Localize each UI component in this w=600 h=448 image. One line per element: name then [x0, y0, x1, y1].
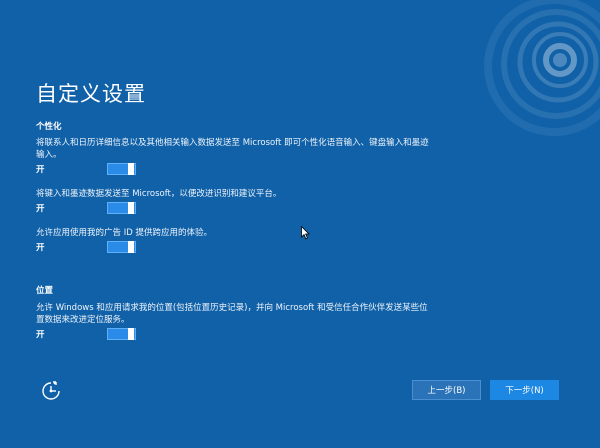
toggle-advertising-id[interactable] [107, 241, 136, 253]
setting-row-typing-data: 开 [36, 202, 146, 216]
next-button[interactable]: 下一步(N) [490, 380, 559, 400]
ease-of-access-icon[interactable] [40, 380, 62, 402]
toggle-knob [128, 328, 134, 340]
setting-row-location: 开 [36, 328, 146, 342]
setting-description-location: 允许 Windows 和应用请求我的位置(包括位置历史记录)，并向 Micros… [36, 303, 428, 325]
toggle-state-label: 开 [36, 165, 45, 175]
setting-row-speech-typing: 开 [36, 163, 146, 177]
setup-screen: 自定义设置 个性化 将联系人和日历详细信息以及其他相关输入数据发送至 Micro… [0, 0, 600, 448]
toggle-knob [128, 163, 134, 175]
page-title: 自定义设置 [36, 82, 146, 106]
toggle-state-label: 开 [36, 243, 45, 253]
section-heading-location: 位置 [36, 286, 54, 296]
decorative-swirl [484, 0, 600, 136]
setting-description-typing-data: 将键入和墨迹数据发送至 Microsoft，以便改进识别和建议平台。 [36, 189, 282, 199]
setting-description-speech-typing: 将联系人和日历详细信息以及其他相关输入数据发送至 Microsoft 即可个性化… [36, 138, 429, 160]
setting-description-advertising-id: 允许应用使用我的广告 ID 提供跨应用的体验。 [36, 228, 212, 238]
toggle-typing-data[interactable] [107, 202, 136, 214]
mouse-pointer-icon [301, 226, 310, 240]
toggle-knob [128, 202, 134, 214]
toggle-location[interactable] [107, 328, 136, 340]
setting-row-advertising-id: 开 [36, 241, 146, 255]
toggle-speech-typing[interactable] [107, 163, 136, 175]
section-heading-personalization: 个性化 [36, 122, 62, 132]
toggle-state-label: 开 [36, 204, 45, 214]
back-button[interactable]: 上一步(B) [412, 380, 481, 400]
toggle-state-label: 开 [36, 330, 45, 340]
toggle-knob [128, 241, 134, 253]
